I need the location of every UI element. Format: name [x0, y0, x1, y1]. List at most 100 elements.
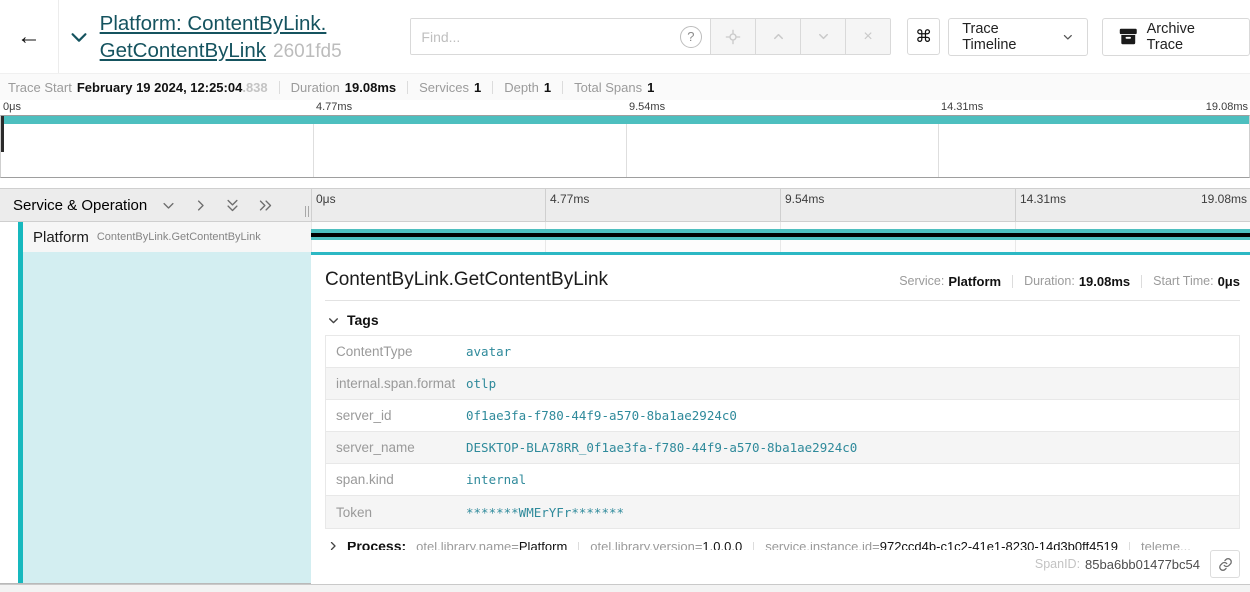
tick-label: 19.08ms: [1206, 101, 1248, 113]
tag-value: otlp: [466, 376, 496, 391]
depth-value: 1: [544, 80, 551, 95]
tags-accordion-toggle[interactable]: Tags: [327, 312, 1240, 328]
next-match-button[interactable]: [800, 19, 845, 54]
trace-start-label: Trace Start: [8, 80, 72, 95]
archive-icon: [1119, 28, 1138, 45]
process-accordion-toggle[interactable]: Process: otel.library.name = Platform ot…: [327, 542, 1240, 550]
minimap-gridline: [313, 116, 314, 177]
link-icon: [1218, 557, 1233, 572]
tick-label: 9.54ms: [629, 101, 665, 113]
collapse-trace-header-button[interactable]: [59, 26, 100, 48]
span-id-label: SpanID:: [1035, 557, 1080, 571]
clear-find-button[interactable]: ×: [845, 19, 890, 54]
divider: [1141, 275, 1142, 288]
tag-value: *******WMErYFr*******: [466, 505, 624, 520]
minimap-left-scrubber[interactable]: [1, 116, 4, 152]
process-eq: =: [511, 542, 519, 550]
minimap-tick-labels: 0μs 4.77ms 9.54ms 14.31ms 19.08ms: [0, 100, 1250, 115]
span-name-cell[interactable]: Platform ContentByLink.GetContentByLink: [0, 222, 311, 252]
find-help[interactable]: ?: [671, 19, 710, 54]
duration-value: 19.08ms: [345, 80, 396, 95]
start-time-value: 0μs: [1218, 274, 1240, 289]
duration-label: Duration:: [1024, 274, 1075, 288]
divider: [1012, 275, 1013, 288]
tag-row: server_name DESKTOP-BLA78RR_0f1ae3fa-f78…: [326, 432, 1239, 464]
copy-span-link-button[interactable]: [1210, 550, 1240, 578]
trace-view-dropdown-label: Trace Timeline: [962, 21, 1054, 53]
process-key: otel.library.version: [590, 542, 695, 550]
chevron-right-icon: [327, 542, 339, 550]
span-service-name: Platform: [33, 229, 89, 246]
trace-id-short: 2601fd5: [273, 39, 342, 64]
span-detail-area: ContentByLink.GetContentByLink Service: …: [0, 252, 1250, 584]
start-time-label: Start Time:: [1153, 274, 1213, 288]
chevron-down-icon: [816, 29, 831, 44]
command-icon: ⌘: [915, 27, 932, 47]
span-duration-bar[interactable]: [311, 229, 1250, 240]
tag-row: ContentType avatar: [326, 336, 1239, 368]
tick-label: 0μs: [3, 101, 21, 113]
back-button[interactable]: ←: [0, 0, 59, 73]
tag-row: Token *******WMErYFr*******: [326, 496, 1239, 528]
tag-row: internal.span.format otlp: [326, 368, 1239, 400]
tick-label: 4.77ms: [316, 101, 352, 113]
trace-summary-bar: Trace Start February 19 2024, 12:25:04 .…: [0, 73, 1250, 100]
prev-match-button[interactable]: [755, 19, 800, 54]
span-detail-highlight[interactable]: [23, 252, 311, 583]
divider: [492, 81, 493, 94]
close-icon: ×: [863, 28, 872, 46]
collapse-all-icon[interactable]: [225, 197, 240, 214]
total-spans-value: 1: [647, 80, 654, 95]
trace-start-value: February 19 2024, 12:25:04: [77, 80, 243, 95]
expand-one-icon[interactable]: [193, 198, 208, 213]
service-label: Service:: [899, 274, 944, 288]
column-resize-handle[interactable]: [305, 206, 309, 217]
span-selected-stripe: [311, 233, 1250, 237]
tick-label: 9.54ms: [780, 189, 824, 221]
trace-title-link[interactable]: Platform: ContentByLink.GetContentByLink…: [100, 12, 342, 62]
help-icon: ?: [680, 26, 702, 48]
trace-title-line1: Platform: ContentByLink.: [100, 12, 327, 35]
tags-section-label: Tags: [347, 312, 379, 328]
span-row: Platform ContentByLink.GetContentByLink: [0, 222, 1250, 252]
divider: [562, 81, 563, 94]
spacer: [0, 178, 1250, 188]
process-eq: =: [695, 542, 703, 550]
archive-trace-label: Archive Trace: [1147, 21, 1233, 53]
tick-label: 14.31ms: [1015, 189, 1066, 221]
trace-view-dropdown[interactable]: Trace Timeline: [948, 18, 1088, 56]
process-key: otel.library.name: [416, 542, 511, 550]
chevron-up-icon: [771, 29, 786, 44]
tags-table: ContentType avatar internal.span.format …: [325, 335, 1240, 529]
horizontal-scrollbar-track[interactable]: [0, 584, 1250, 592]
services-label: Services: [419, 80, 469, 95]
tag-key: server_id: [326, 408, 466, 423]
minimap-span-bar: [1, 116, 1249, 124]
service-operation-header: Service & Operation: [0, 189, 311, 221]
service-color-bar: [18, 222, 23, 252]
expand-all-icon[interactable]: [257, 198, 274, 213]
tag-value: DESKTOP-BLA78RR_0f1ae3fa-f780-44f9-a570-…: [466, 440, 857, 455]
tick-label: 4.77ms: [545, 189, 589, 221]
span-bar-cell[interactable]: [311, 222, 1250, 252]
tick-label: 19.08ms: [1201, 192, 1247, 206]
collapse-one-icon[interactable]: [161, 198, 176, 213]
find-toolbar: ? ×: [410, 18, 891, 55]
process-section-label: Process:: [347, 542, 406, 550]
keyboard-shortcuts-button[interactable]: ⌘: [907, 18, 940, 55]
span-id-value: 85ba6bb01477bc54: [1085, 557, 1200, 572]
span-detail-panel: ContentByLink.GetContentByLink Service: …: [311, 252, 1250, 584]
tag-row: span.kind internal: [326, 464, 1239, 496]
span-detail-title: ContentByLink.GetContentByLink: [325, 269, 608, 291]
duration-value: 19.08ms: [1079, 274, 1130, 289]
divider: [753, 542, 754, 550]
divider: [279, 81, 280, 94]
timeline-column-headers: 0μs 4.77ms 9.54ms 14.31ms 19.08ms: [311, 189, 1250, 221]
focus-match-button[interactable]: [710, 19, 755, 54]
tag-value: 0f1ae3fa-f780-44f9-a570-8ba1ae2924c0: [466, 408, 737, 423]
archive-trace-button[interactable]: Archive Trace: [1102, 18, 1250, 56]
find-input[interactable]: [411, 19, 671, 54]
timeline-minimap[interactable]: [0, 115, 1250, 178]
tag-value: avatar: [466, 344, 511, 359]
trace-title-block: Platform: ContentByLink.GetContentByLink…: [100, 9, 401, 65]
